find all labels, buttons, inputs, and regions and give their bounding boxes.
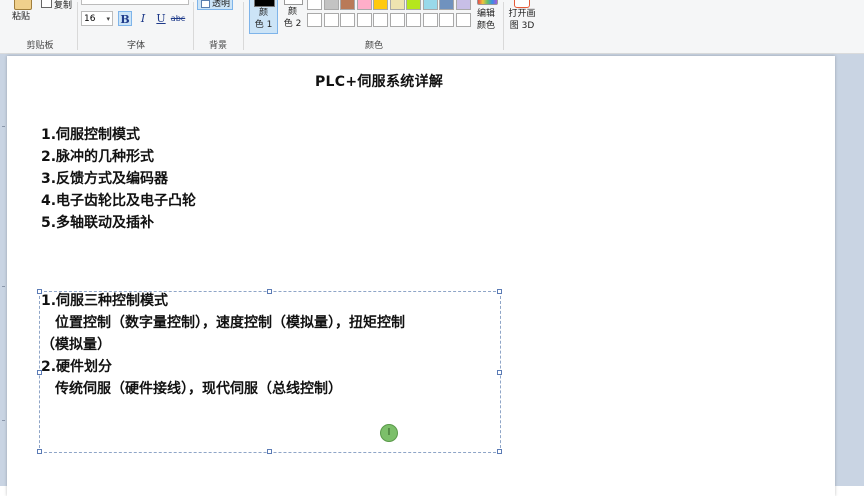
text-line: （模拟量） xyxy=(41,337,111,353)
palette-color-swatch[interactable] xyxy=(439,0,454,10)
color1-label: 颜 色 1 xyxy=(250,7,277,31)
color1-button[interactable]: 颜 色 1 xyxy=(249,0,278,34)
transparent-label: 透明 xyxy=(212,0,231,9)
ruler-mark xyxy=(2,126,5,127)
paint3d-label-line2: 图 3D xyxy=(509,21,535,31)
ribbon-divider xyxy=(77,2,78,50)
palette-color-swatch[interactable] xyxy=(455,0,471,10)
palette-color-swatch[interactable] xyxy=(455,13,471,27)
font-size-value: 16 xyxy=(84,14,96,24)
ribbon-divider xyxy=(193,2,194,50)
ruler-mark xyxy=(2,420,5,421)
colors-group-label: 颜色 xyxy=(364,41,383,51)
open-paint3d-button[interactable]: 打开画 图 3D xyxy=(506,8,538,32)
clipboard-group-label: 剪贴板 xyxy=(26,41,54,51)
strikethrough-button[interactable]: abc xyxy=(170,11,186,26)
outline-list: 1.伺服控制模式 2.脉冲的几种形式 3.反馈方式及编码器 4.电子齿轮比及电子… xyxy=(41,124,196,234)
text-cursor-icon: I xyxy=(380,424,398,442)
work-area: PLC+伺服系统详解 1.伺服控制模式 2.脉冲的几种形式 3.反馈方式及编码器… xyxy=(0,54,864,496)
resize-handle[interactable] xyxy=(37,449,42,454)
canvas[interactable]: PLC+伺服系统详解 1.伺服控制模式 2.脉冲的几种形式 3.反馈方式及编码器… xyxy=(7,56,835,496)
text-box[interactable]: 1.伺服三种控制模式 位置控制（数字量控制），速度控制（模拟量），扭矩控制 （模… xyxy=(37,289,502,454)
color1-label-line1: 颜 xyxy=(258,8,268,18)
bold-button[interactable]: B xyxy=(118,11,132,26)
resize-handle[interactable] xyxy=(497,370,502,375)
palette-color-swatch[interactable] xyxy=(439,13,454,27)
palette-color-swatch[interactable] xyxy=(422,13,438,27)
outline-item: 1.伺服控制模式 xyxy=(41,127,141,143)
ribbon: 粘贴 复制 剪贴板 16 ▾ B I U abc 字体 透明 背景 颜 色 1 … xyxy=(0,0,864,54)
palette-color-swatch[interactable] xyxy=(389,0,405,10)
palette-color-swatch[interactable] xyxy=(323,13,339,27)
paint3d-icon[interactable] xyxy=(514,0,530,8)
edit-colors-icon[interactable] xyxy=(477,0,498,5)
text-line: 位置控制（数字量控制），速度控制（模拟量），扭矩控制 xyxy=(55,315,405,331)
copy-button[interactable]: 复制 xyxy=(54,0,72,11)
underline-button[interactable]: U xyxy=(154,11,168,26)
palette-color-swatch[interactable] xyxy=(340,13,355,27)
text-box-content[interactable]: 1.伺服三种控制模式 位置控制（数字量控制），速度控制（模拟量），扭矩控制 （模… xyxy=(41,290,405,400)
font-family-select[interactable] xyxy=(81,0,189,5)
chevron-down-icon: ▾ xyxy=(106,15,110,23)
color2-label-line1: 颜 xyxy=(287,7,297,17)
paint3d-label-line1: 打开画 xyxy=(508,9,536,19)
color2-label-line2: 色 2 xyxy=(283,19,302,29)
color2-swatch[interactable] xyxy=(284,0,303,5)
resize-handle[interactable] xyxy=(497,449,502,454)
color1-swatch xyxy=(254,0,275,7)
document-title: PLC+伺服系统详解 xyxy=(315,74,444,90)
ruler-mark xyxy=(2,286,5,287)
palette-color-swatch[interactable] xyxy=(356,0,372,10)
resize-handle[interactable] xyxy=(497,289,502,294)
transparent-button[interactable]: 透明 xyxy=(197,0,233,10)
palette-color-swatch[interactable] xyxy=(373,13,388,27)
edit-colors-label-line1: 编辑 xyxy=(476,9,495,19)
palette-color-swatch[interactable] xyxy=(323,0,339,10)
palette-color-swatch[interactable] xyxy=(356,13,372,27)
ribbon-divider xyxy=(503,2,504,50)
edit-colors-label-line2: 颜色 xyxy=(476,21,495,31)
palette-color-swatch[interactable] xyxy=(406,0,421,10)
outline-item: 5.多轴联动及插补 xyxy=(41,215,155,231)
palette-color-swatch[interactable] xyxy=(340,0,355,10)
text-line: 2.硬件划分 xyxy=(41,359,113,375)
palette-color-swatch[interactable] xyxy=(406,13,421,27)
color2-button[interactable]: 颜 色 2 xyxy=(280,6,305,30)
palette-color-swatch[interactable] xyxy=(422,0,438,10)
transparent-icon xyxy=(201,0,210,8)
resize-handle[interactable] xyxy=(267,449,272,454)
palette-color-swatch[interactable] xyxy=(307,0,322,10)
color1-label-line2: 色 1 xyxy=(254,20,273,30)
ribbon-divider xyxy=(243,2,244,50)
background-group-label: 背景 xyxy=(208,41,227,51)
font-size-select[interactable]: 16 ▾ xyxy=(81,11,113,26)
italic-button[interactable]: I xyxy=(136,11,150,26)
copy-icon[interactable] xyxy=(41,0,52,8)
text-line: 1.伺服三种控制模式 xyxy=(41,293,169,309)
font-group-label: 字体 xyxy=(126,41,145,51)
text-line: 传统伺服（硬件接线），现代伺服（总线控制） xyxy=(55,381,342,397)
paste-button[interactable]: 粘贴 xyxy=(12,9,30,22)
outline-item: 2.脉冲的几种形式 xyxy=(41,149,155,165)
palette-color-swatch[interactable] xyxy=(373,0,388,10)
palette-color-swatch[interactable] xyxy=(389,13,405,27)
edit-colors-button[interactable]: 编辑 颜色 xyxy=(472,8,500,32)
outline-item: 4.电子齿轮比及电子凸轮 xyxy=(41,193,197,209)
palette-color-swatch[interactable] xyxy=(307,13,322,27)
outline-item: 3.反馈方式及编码器 xyxy=(41,171,169,187)
